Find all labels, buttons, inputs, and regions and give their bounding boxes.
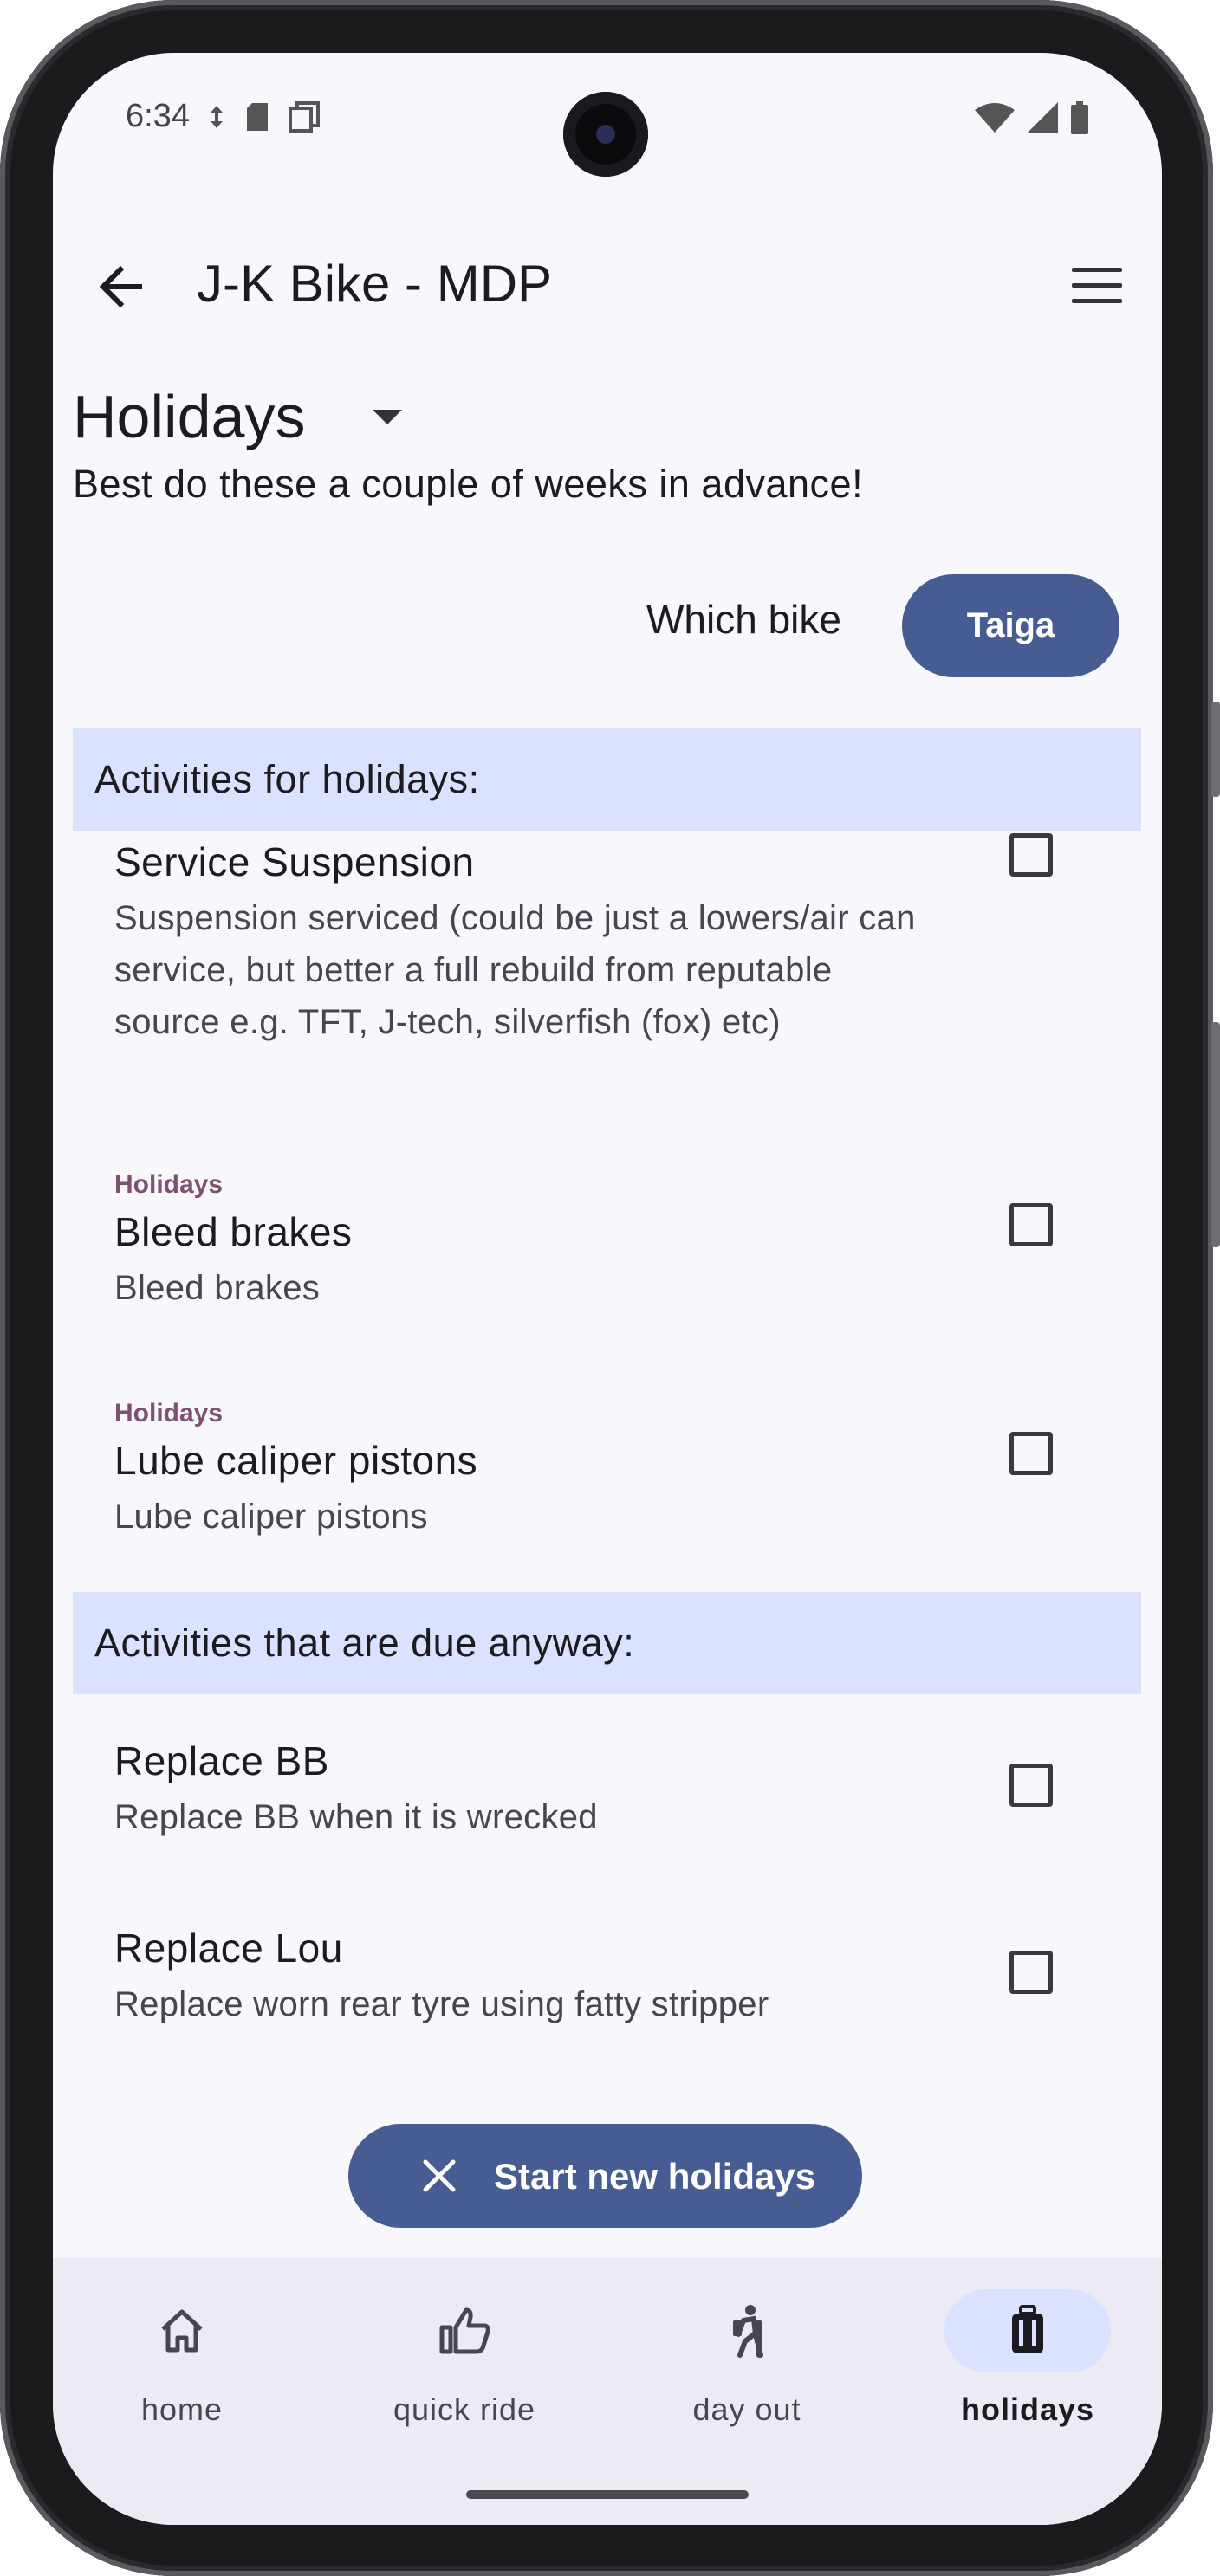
cell-signal-icon	[1027, 102, 1058, 133]
power-button	[1211, 702, 1220, 797]
nav-item-quick-ride[interactable]: quick ride	[352, 2284, 577, 2440]
phone-frame: 6:34 J-K Bike - MDP Holidays Best do the…	[0, 0, 1220, 2576]
item-checkbox[interactable]	[1009, 833, 1053, 877]
nav-item-holidays[interactable]: holidays	[915, 2284, 1140, 2440]
thumb-up-icon	[439, 2307, 490, 2354]
hiker-icon	[733, 2305, 763, 2358]
nav-item-home[interactable]: home	[69, 2284, 295, 2440]
bike-selector-button[interactable]: Taiga	[902, 574, 1119, 677]
item-title: Bleed brakes	[114, 1209, 353, 1254]
nav-label: home	[140, 2392, 224, 2427]
bottom-navigation: home quick ride day out holidays	[53, 2258, 1162, 2525]
item-tag: Holidays	[114, 1170, 224, 1199]
item-checkbox[interactable]	[1009, 1764, 1053, 1807]
status-system-icons	[975, 101, 1089, 134]
item-title: Lube caliper pistons	[114, 1438, 478, 1483]
copy-icon	[289, 101, 320, 133]
page-subtitle: Best do these a couple of weeks in advan…	[73, 462, 864, 506]
item-description: Replace worn rear tyre using fatty strip…	[114, 1985, 769, 2023]
hamburger-menu-icon[interactable]	[1072, 268, 1122, 306]
status-time: 6:34	[126, 98, 190, 134]
battery-icon	[1071, 101, 1088, 134]
app-bar: J-K Bike - MDP	[53, 235, 1162, 330]
back-arrow-icon[interactable]	[94, 261, 146, 313]
wifi-icon	[975, 103, 1015, 133]
item-checkbox[interactable]	[1009, 1432, 1053, 1475]
nav-label: holidays	[960, 2392, 1095, 2427]
section-header-holidays: Activities for holidays:	[73, 728, 1141, 831]
close-icon	[423, 2159, 456, 2192]
item-tag: Holidays	[114, 1399, 224, 1427]
data-saver-icon	[211, 106, 223, 128]
fab-label: Start new holidays	[494, 2156, 816, 2197]
gesture-home-indicator[interactable]	[466, 2490, 749, 2499]
list-item[interactable]: Replace Lou Replace worn rear tyre using…	[114, 1925, 1068, 2030]
item-description: Replace BB when it is wrecked	[114, 1798, 598, 1836]
status-notification-icons	[207, 101, 320, 133]
list-item[interactable]: Holidays Lube caliper pistons Lube calip…	[114, 1399, 1068, 1543]
camera-cutout	[563, 92, 648, 177]
list-item[interactable]: Replace BB Replace BB when it is wrecked	[114, 1738, 1068, 1843]
section-header-due: Activities that are due anyway:	[73, 1592, 1141, 1694]
item-checkbox[interactable]	[1009, 1951, 1053, 1994]
item-title: Replace Lou	[114, 1926, 343, 1971]
nav-label: day out	[692, 2392, 801, 2427]
nav-label: quick ride	[393, 2392, 536, 2427]
list-item[interactable]: Holidays Bleed brakes Bleed brakes	[114, 1170, 1068, 1314]
item-description: Suspension serviced (could be just a low…	[114, 899, 916, 1041]
screen: 6:34 J-K Bike - MDP Holidays Best do the…	[53, 53, 1162, 2525]
volume-button	[1211, 1022, 1220, 1247]
page-title[interactable]: Holidays	[73, 382, 305, 451]
status-bar: 6:34	[53, 53, 1162, 183]
sd-card-icon	[247, 103, 268, 131]
nav-item-day-out[interactable]: day out	[634, 2284, 860, 2440]
home-icon	[161, 2309, 203, 2353]
app-title: J-K Bike - MDP	[197, 255, 553, 313]
item-checkbox[interactable]	[1009, 1203, 1053, 1246]
dropdown-arrow-icon[interactable]	[373, 410, 402, 424]
bike-selector-label: Which bike	[646, 597, 841, 642]
item-description: Bleed brakes	[114, 1269, 321, 1307]
luggage-icon	[1012, 2305, 1043, 2353]
item-description: Lube caliper pistons	[114, 1498, 428, 1536]
list-item[interactable]: Service Suspension Suspension serviced (…	[114, 838, 1068, 1048]
item-title: Service Suspension	[114, 839, 475, 884]
start-new-holidays-button[interactable]: Start new holidays	[348, 2124, 862, 2228]
item-title: Replace BB	[114, 1738, 329, 1783]
